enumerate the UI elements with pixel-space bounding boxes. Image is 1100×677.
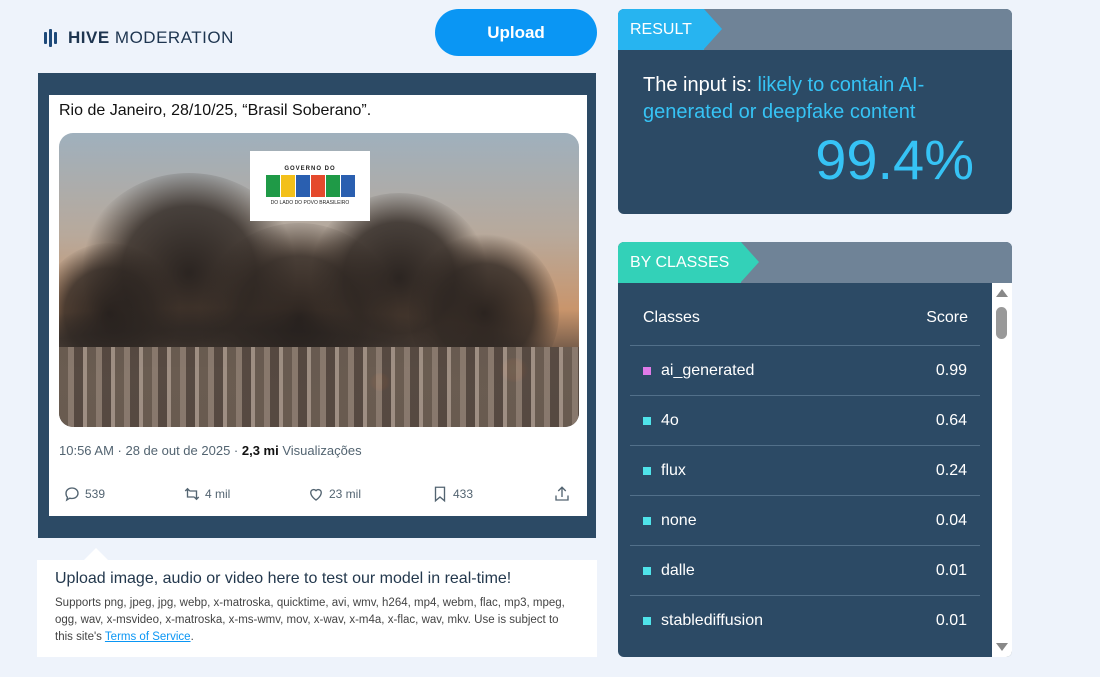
- class-color-swatch: [643, 566, 651, 575]
- classes-table[interactable]: Classes Score ai_generated 0.99 4o 0.64 …: [618, 283, 992, 657]
- result-text: The input is: likely to contain AI-gener…: [643, 72, 983, 126]
- class-row: dalle 0.01: [630, 545, 980, 595]
- class-row: ai_generated 0.99: [630, 345, 980, 395]
- class-name: stablediffusion: [661, 611, 763, 629]
- class-label: ai_generated: [643, 362, 754, 380]
- governo-logo: GOVERNO DO DO LADO DO POVO BRASILEIRO: [250, 151, 370, 221]
- class-row: flux 0.24: [630, 445, 980, 495]
- gov-logo-word: [265, 175, 355, 197]
- class-name: ai_generated: [661, 361, 755, 379]
- class-score: 0.64: [935, 411, 967, 429]
- preview-panel: Rio de Janeiro, 28/10/25, “Brasil Sobera…: [38, 73, 596, 538]
- column-classes: Classes: [643, 309, 700, 326]
- bookmark-icon: [434, 486, 446, 503]
- bookmark-count: 433: [453, 487, 474, 501]
- class-label: stablediffusion: [643, 612, 763, 630]
- class-row: none 0.04: [630, 495, 980, 545]
- heart-icon: [310, 488, 322, 501]
- logo-text: HIVE MODERATION: [68, 28, 234, 47]
- class-score: 0.99: [935, 361, 967, 379]
- hive-logo-icon: [44, 29, 62, 47]
- tweet-image[interactable]: GOVERNO DO DO LADO DO POVO BRASILEIRO: [59, 133, 579, 427]
- result-card: RESULT The input is: likely to contain A…: [618, 9, 1012, 214]
- terms-of-service-link[interactable]: Terms of Service: [105, 631, 191, 643]
- gov-logo-top: GOVERNO DO: [284, 166, 336, 172]
- like-action[interactable]: 23 mil: [307, 485, 361, 503]
- scroll-down-arrow-icon[interactable]: [996, 643, 1008, 651]
- reply-icon: [65, 487, 79, 502]
- class-score: 0.01: [935, 561, 967, 579]
- tweet-actions: 539 4 mil 23 mil 433: [63, 485, 573, 505]
- classes-table-header: Classes Score: [643, 309, 968, 327]
- class-color-swatch: [643, 616, 651, 625]
- class-score: 0.01: [935, 611, 967, 629]
- column-score: Score: [926, 309, 968, 326]
- class-label: 4o: [643, 412, 679, 430]
- tweet-timestamp: 10:56 AM · 28 de out de 2025 ·: [59, 443, 242, 458]
- like-count: 23 mil: [329, 487, 362, 501]
- classes-tag: BY CLASSES: [618, 242, 760, 283]
- class-color-swatch: [643, 366, 651, 375]
- retweet-icon: [184, 487, 200, 501]
- class-color-swatch: [643, 516, 651, 525]
- class-row: 4o 0.64: [630, 395, 980, 445]
- class-name: flux: [661, 461, 686, 479]
- class-label: flux: [643, 462, 686, 480]
- share-action[interactable]: [553, 485, 571, 503]
- retweet-action[interactable]: 4 mil: [183, 485, 230, 503]
- tweet-card: Rio de Janeiro, 28/10/25, “Brasil Sobera…: [49, 95, 587, 516]
- image-city: [59, 347, 579, 427]
- tweet-meta: 10:56 AM · 28 de out de 2025 · 2,3 mi Vi…: [59, 443, 362, 458]
- tweet-text: Rio de Janeiro, 28/10/25, “Brasil Sobera…: [59, 102, 372, 119]
- tweet-views-count: 2,3 mi: [241, 443, 279, 458]
- class-row: stablediffusion 0.01: [630, 595, 980, 645]
- retweet-count: 4 mil: [205, 487, 231, 501]
- share-icon: [555, 486, 569, 501]
- scroll-thumb[interactable]: [996, 307, 1007, 339]
- instructions-text: Supports png, jpeg, jpg, webp, x-matrosk…: [55, 595, 579, 646]
- instructions-title: Upload image, audio or video here to tes…: [55, 570, 512, 587]
- instructions-text-end: .: [190, 631, 194, 643]
- reply-action[interactable]: 539: [63, 485, 105, 503]
- tweet-views-label: Visualizações: [278, 443, 362, 458]
- class-label: dalle: [643, 562, 695, 580]
- reply-count: 539: [85, 487, 106, 501]
- gov-logo-bottom: DO LADO DO POVO BRASILEIRO: [270, 200, 350, 206]
- class-name: dalle: [661, 561, 695, 579]
- class-score: 0.24: [935, 461, 967, 479]
- class-name: none: [661, 511, 697, 529]
- classes-card: BY CLASSES Classes Score ai_generated 0.…: [618, 242, 1012, 657]
- class-color-swatch: [643, 416, 651, 425]
- bookmark-action[interactable]: 433: [431, 485, 473, 503]
- result-score: 99.4%: [815, 128, 974, 191]
- hive-logo[interactable]: HIVE MODERATION: [44, 28, 234, 48]
- result-header: RESULT: [618, 9, 1012, 50]
- result-prefix: The input is:: [643, 74, 758, 96]
- class-label: none: [643, 512, 697, 530]
- class-score: 0.04: [935, 511, 967, 529]
- result-tag: RESULT: [618, 9, 722, 50]
- scroll-up-arrow-icon[interactable]: [996, 289, 1008, 297]
- classes-scrollbar[interactable]: [992, 283, 1012, 657]
- upload-instructions: Upload image, audio or video here to tes…: [37, 548, 597, 657]
- class-name: 4o: [661, 411, 679, 429]
- classes-header: BY CLASSES: [618, 242, 1012, 283]
- class-color-swatch: [643, 466, 651, 475]
- upload-button[interactable]: Upload: [435, 9, 597, 56]
